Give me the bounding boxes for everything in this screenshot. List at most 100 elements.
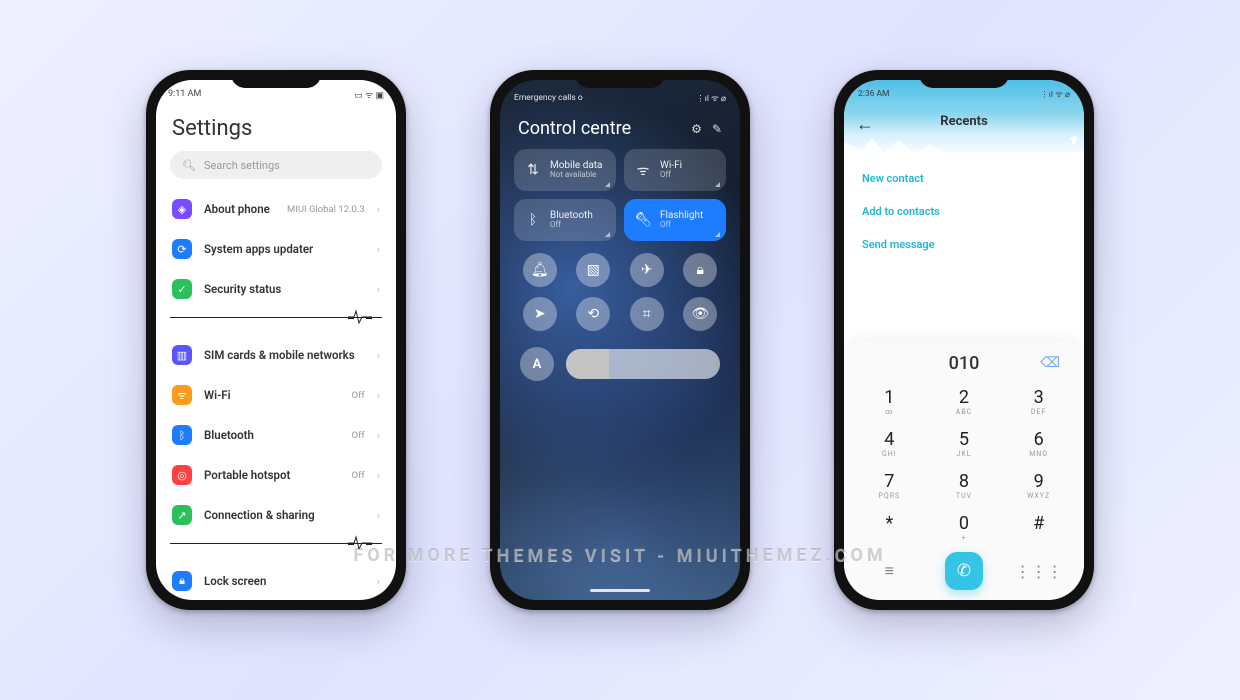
key-4[interactable]: 4GHI — [852, 422, 927, 464]
chevron-right-icon: › — [377, 509, 380, 522]
key-2[interactable]: 2ABC — [927, 380, 1002, 422]
expand-corner-icon — [605, 232, 610, 237]
auto-brightness-button[interactable]: A — [520, 347, 554, 381]
chevron-right-icon: › — [377, 575, 380, 588]
status-time: 2:36 AM — [858, 89, 889, 99]
key-digit: 2 — [959, 387, 969, 408]
toggle-bell[interactable]: 🔔︎ — [523, 253, 557, 287]
settings-row-share[interactable]: ↗ Connection & sharing › — [170, 495, 382, 535]
brightness-fill — [566, 349, 609, 379]
key-7[interactable]: 7PQRS — [852, 464, 927, 506]
bt-icon: ᛒ — [524, 212, 542, 228]
toggle-lock[interactable]: 🔒︎ — [683, 253, 717, 287]
settings-row-wifi[interactable]: ᯤWi-FiOff› — [170, 375, 382, 415]
tile-bt[interactable]: ᛒ BluetoothOff — [514, 199, 616, 241]
dialer-actions: New contactAdd to contactsSend message — [844, 158, 1084, 261]
settings-row-bt[interactable]: ᛒBluetoothOff› — [170, 415, 382, 455]
key-3[interactable]: 3DEF — [1001, 380, 1076, 422]
key-sub: WXYZ — [1001, 492, 1076, 500]
key-sub: MNO — [1001, 450, 1076, 458]
chevron-right-icon: › — [377, 389, 380, 402]
section-divider — [170, 317, 382, 333]
action-new-contact[interactable]: New contact — [862, 162, 1066, 195]
settings-row-update[interactable]: ⟳System apps updater› — [170, 229, 382, 269]
share-icon: ↗ — [172, 505, 192, 525]
settings-row-label: Connection & sharing — [204, 508, 365, 522]
page-title: Control centre — [518, 118, 631, 139]
backspace-icon[interactable]: ⌫ — [1040, 355, 1060, 371]
search-input[interactable]: 🔍︎ Search settings — [170, 151, 382, 179]
key-sub: PQRS — [852, 492, 927, 500]
key-6[interactable]: 6MNO — [1001, 422, 1076, 464]
toggle-nav[interactable]: ➤ — [523, 297, 557, 331]
settings-row-lock[interactable]: 🔒︎Lock screen› — [170, 561, 382, 600]
toggle-cast[interactable]: ▧ — [576, 253, 610, 287]
dialer-screen: 2:36 AM ⋮ıl ᯤ ⌀ ← Recents New contactAdd… — [844, 80, 1084, 600]
search-icon: 🔍︎ — [182, 159, 196, 172]
chevron-right-icon: › — [377, 349, 380, 362]
toggle-eye[interactable]: 👁 — [683, 297, 717, 331]
settings-row-security[interactable]: ✓Security status› — [170, 269, 382, 309]
home-indicator[interactable] — [590, 589, 650, 592]
nav-icon: ➤ — [534, 306, 546, 322]
brightness-slider[interactable] — [566, 349, 720, 379]
settings-row-meta: Off — [352, 390, 365, 401]
edit-icon[interactable]: ✎ — [712, 122, 722, 136]
toggle-scan[interactable]: ⌗ — [630, 297, 664, 331]
action-add-to-contacts[interactable]: Add to contacts — [862, 195, 1066, 228]
toggle-plane[interactable]: ✈ — [630, 253, 664, 287]
toggle-rotate[interactable]: ⟲ — [576, 297, 610, 331]
status-right-icons: ▭ ᯤ ▣ — [354, 88, 384, 101]
settings-row-about[interactable]: ◈About phoneMIUI Global 12.0.3› — [170, 189, 382, 229]
dialer-header: 2:36 AM ⋮ıl ᯤ ⌀ ← Recents — [844, 80, 1084, 158]
key-star[interactable]: * — [852, 506, 927, 548]
call-button[interactable]: ✆ — [945, 552, 983, 590]
eye-icon: 👁 — [691, 306, 709, 322]
key-1[interactable]: 1∞ — [852, 380, 927, 422]
key-8[interactable]: 8TUV — [927, 464, 1002, 506]
rotate-icon: ⟲ — [587, 306, 599, 322]
status-time: 9:11 AM — [168, 89, 201, 99]
key-digit: 8 — [959, 471, 969, 492]
key-sub: DEF — [1001, 408, 1076, 416]
toggle-grid: 🔔︎ ▧ ✈ 🔒︎ ➤ ⟲ ⌗ 👁 — [500, 241, 740, 339]
settings-gear-icon[interactable]: ⚙ — [691, 122, 702, 136]
phone-control-centre: Emergency calls o ⋮ıl ᯤ ⌀ Control centre… — [490, 70, 750, 610]
key-hash[interactable]: # — [1001, 506, 1076, 548]
cast-icon: ▧ — [587, 262, 600, 278]
action-send-message[interactable]: Send message — [862, 228, 1066, 261]
settings-row-label: Wi-Fi — [204, 388, 340, 402]
key-0[interactable]: 0+ — [927, 506, 1002, 548]
settings-row-label: System apps updater — [204, 242, 365, 256]
key-digit: 4 — [884, 429, 894, 450]
tile-data[interactable]: ⇅Mobile dataNot available — [514, 149, 616, 191]
chevron-right-icon: › — [377, 283, 380, 296]
settings-row-meta: MIUI Global 12.0.3 — [287, 204, 365, 215]
menu-button[interactable]: ≡ — [852, 561, 927, 581]
key-5[interactable]: 5JKL — [927, 422, 1002, 464]
expand-corner-icon — [715, 232, 720, 237]
key-digit: * — [885, 513, 893, 534]
security-icon: ✓ — [172, 279, 192, 299]
settings-list: ◈About phoneMIUI Global 12.0.3›⟳System a… — [156, 189, 396, 600]
chevron-right-icon: › — [377, 243, 380, 256]
settings-row-label: Lock screen — [204, 574, 365, 588]
key-digit: 1 — [884, 387, 894, 408]
settings-row-sim[interactable]: ▥SIM cards & mobile networks› — [170, 335, 382, 375]
chevron-right-icon: › — [377, 203, 380, 216]
apps-grid-icon[interactable]: ⋮⋮⋮ — [1001, 562, 1076, 581]
notch — [575, 70, 665, 88]
key-sub: JKL — [927, 450, 1002, 458]
tile-label: Mobile dataNot available — [550, 160, 603, 180]
key-sub: ABC — [927, 408, 1002, 416]
key-digit: 5 — [959, 429, 969, 450]
key-9[interactable]: 9WXYZ — [1001, 464, 1076, 506]
tile-torch[interactable]: 🔦︎FlashlightOff — [624, 199, 726, 241]
settings-row-hotspot[interactable]: ◎Portable hotspotOff› — [170, 455, 382, 495]
dialpad: 010 ⌫ 1∞2ABC3DEF4GHI5JKL6MNO7PQRS8TUV9WX… — [844, 341, 1084, 600]
phone-dialer: 2:36 AM ⋮ıl ᯤ ⌀ ← Recents New contactAdd… — [834, 70, 1094, 610]
status-left: Emergency calls o — [514, 93, 583, 103]
tile-label: BluetoothOff — [550, 210, 593, 230]
tile-wifi[interactable]: ᯤWi-FiOff — [624, 149, 726, 191]
wifi-icon: ᯤ — [634, 161, 652, 180]
